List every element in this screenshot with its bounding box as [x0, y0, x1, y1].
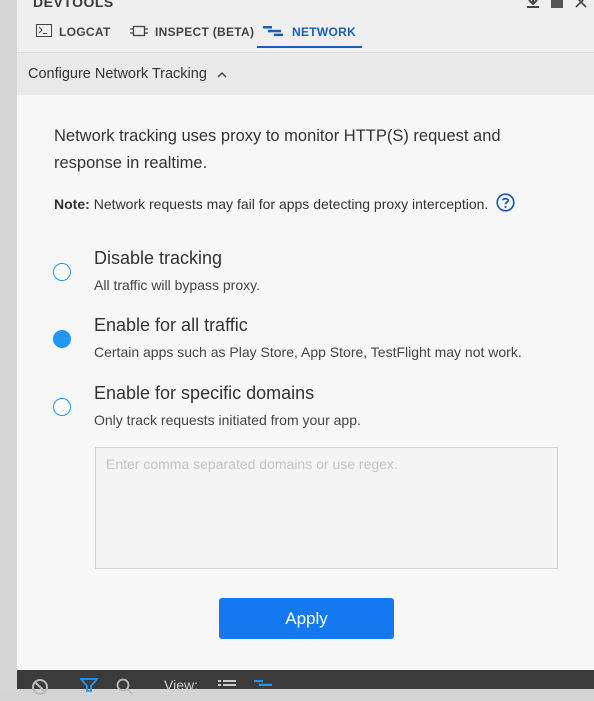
bottom-toolbar: View:	[17, 670, 594, 695]
tab-label: INSPECT (BETA)	[155, 25, 255, 39]
list-view-icon[interactable]	[218, 678, 236, 696]
config-header-label: Configure Network Tracking	[28, 66, 207, 82]
help-icon[interactable]	[496, 193, 515, 215]
tab-inspect[interactable]: INSPECT (BETA)	[130, 14, 254, 50]
chip-icon	[130, 24, 148, 41]
chevron-up-icon	[217, 66, 227, 82]
option-title: Enable for specific domains	[94, 383, 315, 403]
view-label: View:	[164, 677, 198, 693]
download-icon[interactable]	[526, 0, 540, 14]
left-gutter	[0, 0, 18, 689]
waterfall-view-icon[interactable]	[254, 678, 276, 696]
close-icon[interactable]	[574, 0, 588, 14]
tab-bar: LOGCAT INSPECT (BETA) NETWORK	[17, 14, 594, 53]
tab-logcat[interactable]: LOGCAT	[36, 14, 111, 50]
tab-label: LOGCAT	[59, 25, 111, 39]
proxy-note: Note: Network requests may fail for apps…	[54, 193, 515, 215]
active-tab-indicator	[257, 46, 363, 48]
domains-input[interactable]	[96, 448, 557, 568]
network-icon	[263, 25, 285, 40]
network-config-body: Network tracking uses proxy to monitor H…	[17, 95, 594, 670]
terminal-icon	[36, 24, 52, 40]
window-controls	[526, 0, 588, 14]
window-title: DEVTOOLS	[33, 0, 114, 10]
tab-network[interactable]: NETWORK	[257, 14, 363, 50]
domains-field-container	[95, 447, 558, 569]
title-bar: DEVTOOLS	[17, 0, 594, 14]
maximize-icon[interactable]	[550, 0, 564, 14]
block-icon[interactable]	[31, 678, 49, 701]
configure-network-tracking-toggle[interactable]: Configure Network Tracking	[17, 53, 594, 95]
tab-label: NETWORK	[292, 25, 357, 39]
radio-disable-tracking[interactable]	[53, 263, 71, 281]
note-text: Network requests may fail for apps detec…	[93, 196, 489, 212]
note-label: Note:	[54, 196, 90, 212]
tracking-description: Network tracking uses proxy to monitor H…	[54, 127, 501, 172]
radio-enable-all-traffic[interactable]	[53, 330, 71, 348]
devtools-panel: DEVTOOLS LOGCAT INSPECT (BETA) NETWORK C…	[17, 0, 594, 695]
filter-icon[interactable]	[79, 678, 99, 697]
option-title: Disable tracking	[94, 248, 223, 268]
apply-button[interactable]: Apply	[219, 598, 394, 639]
option-subtitle: Only track requests initiated from your …	[94, 412, 361, 428]
option-title: Enable for all traffic	[94, 315, 248, 335]
option-subtitle: All traffic will bypass proxy.	[94, 277, 260, 293]
radio-enable-specific-domains[interactable]	[53, 398, 71, 416]
option-subtitle: Certain apps such as Play Store, App Sto…	[94, 344, 522, 360]
